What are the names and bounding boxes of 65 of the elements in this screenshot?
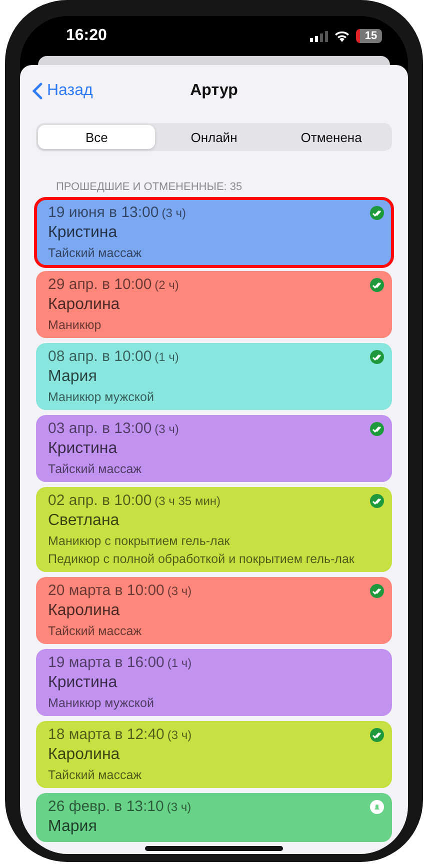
double-check-icon [370,584,384,598]
appointment-duration: (3 ч) [167,584,192,598]
client-name: Мария [48,818,98,836]
service-name: Маникюр с покрытием гель-лак [48,534,231,548]
appointment-date: 29 апр. в 10:00 [48,276,152,293]
double-check-icon [370,278,384,292]
appointment-date: 26 февр. в 13:10 [48,798,164,815]
appointment-duration: (2 ч) [154,278,179,292]
appointment-duration: (3 ч) [167,728,192,742]
appointment-card[interactable]: 19 марта в 16:00 (1 ч) Кристина Маникюр мужской [36,649,392,716]
back-label: Назад [47,82,93,100]
client-name: Светлана [48,512,120,530]
chevron-left-icon [32,82,43,100]
service-name: Тайский массаж [48,624,143,638]
appointment-date: 08 апр. в 10:00 [48,348,152,365]
appointment-date: 19 марта в 16:00 [48,654,164,671]
appointment-duration: (3 ч 35 мин) [154,494,221,508]
appointment-date: 20 марта в 10:00 [48,582,164,599]
appointment-card[interactable]: 03 апр. в 13:00 (3 ч) Кристина Тайский массаж [36,415,392,482]
wifi-icon [334,30,350,42]
appointment-date: 03 апр. в 13:00 [48,420,152,437]
appointment-card[interactable]: 26 февр. в 13:10 (3 ч) Мария [36,793,392,842]
filter-tab[interactable]: Все [38,125,156,149]
appointment-card[interactable]: 20 марта в 10:00 (3 ч) Каролина Тайский массаж [36,577,392,644]
filter-tab[interactable]: Онлайн [155,125,273,149]
appointment-date: 19 июня в 13:00 [48,204,159,221]
appointment-card[interactable]: 29 апр. в 10:00 (2 ч) Каролина Маникюр [36,271,392,338]
appointment-card[interactable]: 02 апр. в 10:00 (3 ч 35 мин) Светлана Маникюр с покрытием гель-лак Педикюр с полной обработкой и покрытием гель-лак [36,487,392,572]
signal-icon [310,30,328,42]
service-name: Педикюр с полной обработкой и покрытием гель-лак [48,552,356,566]
client-name: Каролина [48,746,121,764]
service-name: Тайский массаж [48,246,143,260]
appointment-duration: (3 ч) [154,422,179,436]
battery-level: 15 [356,29,382,43]
appointment-duration: (3 ч) [162,206,186,220]
client-name: Кристина [48,224,118,242]
client-name: Каролина [48,296,121,314]
service-name: Маникюр мужской [48,390,155,404]
back-link[interactable]: Назад [32,82,93,100]
service-name: Тайский массаж [48,462,143,476]
service-name: Тайский массаж [48,768,143,782]
appointment-card[interactable]: 19 июня в 13:00 (3 ч) Кристина Тайский массаж [36,199,392,266]
client-name: Кристина [48,674,118,692]
clock: 16:20 [66,27,107,45]
appointment-date: 02 апр. в 10:00 [48,492,152,509]
bell-icon [370,800,384,814]
double-check-icon [370,350,384,364]
service-name: Маникюр [48,318,102,332]
service-name: Маникюр мужской [48,696,155,710]
appointment-card[interactable]: 08 апр. в 10:00 (1 ч) Мария Маникюр мужской [36,343,392,410]
section-header: ПРОШЕДШИЕ И ОТМЕНЕННЫЕ: 35 [55,180,244,195]
client-name: Кристина [48,440,118,458]
appointment-duration: (1 ч) [154,350,179,364]
double-check-icon [370,494,384,508]
screen-title: Артур [190,82,238,100]
client-name: Каролина [48,602,121,620]
double-check-icon [370,422,384,436]
appointment-card[interactable]: 18 марта в 12:40 (3 ч) Каролина Тайский массаж [36,721,392,788]
appointment-duration: (1 ч) [167,656,192,670]
appointment-date: 18 марта в 12:40 [48,726,164,743]
client-name: Мария [48,368,98,386]
double-check-icon [370,206,384,220]
double-check-icon [370,728,384,742]
filter-tab[interactable]: Отменена [272,125,390,149]
appointment-duration: (3 ч) [166,800,192,814]
